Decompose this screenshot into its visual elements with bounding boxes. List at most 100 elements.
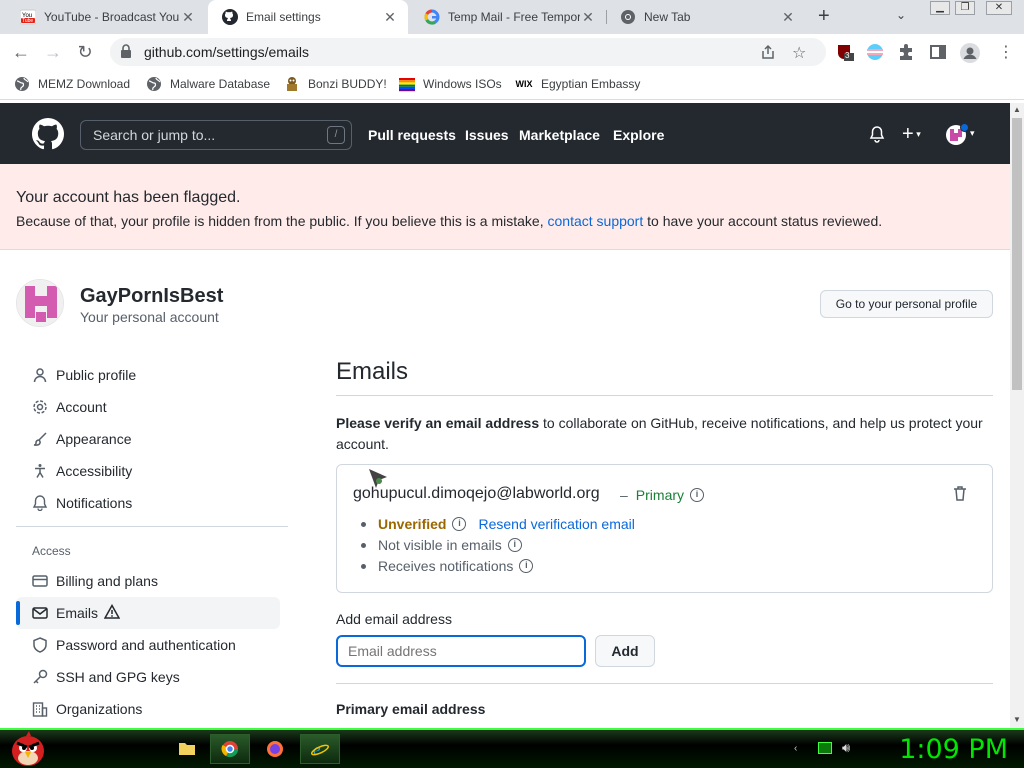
mouse-cursor-icon [367,467,393,498]
sidebar-item-notifications[interactable]: Notifications [16,487,280,519]
email-status-unverified: Unverified i Resend verification email [361,516,635,532]
bookmark-windows-isos[interactable]: Windows ISOs [399,76,502,92]
verify-bold: Please verify an email address [336,415,540,431]
nav-explore[interactable]: Explore [613,127,664,143]
tab-email-settings[interactable]: Email settings ✕ [208,0,408,34]
sidebar-item-billing[interactable]: Billing and plans [16,565,280,597]
create-new-plus-icon[interactable]: + ▾ [902,123,921,146]
address-bar[interactable]: github.com/settings/emails ☆ [110,38,826,66]
tab-youtube[interactable]: YouTube YouTube - Broadcast Yourself ✕ [6,0,206,34]
google-icon [424,9,440,25]
taskbar-clock[interactable]: 1:09 PM [899,734,1008,765]
bookmarks-bar: MEMZ Download Malware Database Bonzi BUD… [0,70,1024,100]
tab-temp-mail[interactable]: Temp Mail - Free Temporary ✕ [410,0,606,34]
internet-explorer-icon[interactable]: e [300,734,340,764]
scrollbar-thumb[interactable] [1012,118,1022,390]
tab-title: New Tab [644,10,691,24]
volume-icon[interactable]: 🔊︎ [842,740,850,756]
resend-verification-link[interactable]: Resend verification email [478,516,634,532]
sidebar-item-label: Public profile [56,367,137,383]
not-visible-label: Not visible in emails [378,537,502,553]
share-icon[interactable] [760,44,776,63]
minimize-window-button[interactable]: ▁ [930,1,950,15]
separator: – [620,487,628,503]
email-input[interactable] [336,635,586,667]
sidebar-item-accessibility[interactable]: Accessibility [16,455,280,487]
new-tab-button[interactable]: + [818,6,830,26]
go-to-profile-button[interactable]: Go to your personal profile [820,290,993,318]
nav-marketplace[interactable]: Marketplace [519,127,600,143]
firefox-icon[interactable] [266,740,284,763]
verify-message: Please verify an email address to collab… [336,413,986,455]
side-panel-icon[interactable] [929,43,947,61]
sidebar-item-appearance[interactable]: Appearance [16,423,280,455]
folder-icon[interactable] [178,740,196,761]
profile-avatar[interactable] [16,279,64,327]
back-button[interactable]: ← [10,41,32,63]
svg-text:Tube: Tube [22,18,33,24]
bookmark-label: Malware Database [170,77,271,91]
close-tab-icon[interactable]: ✕ [780,9,796,26]
close-tab-icon[interactable]: ✕ [180,9,196,26]
sidebar-item-label: Billing and plans [56,573,158,589]
github-logo-icon[interactable] [32,118,64,155]
close-window-button[interactable]: ✕ [986,1,1012,15]
add-email-button[interactable]: Add [595,635,655,667]
close-tab-icon[interactable]: ✕ [382,9,398,26]
notification-dot [960,123,969,132]
profile-avatar-icon[interactable] [960,43,980,63]
contact-support-link[interactable]: contact support [548,213,644,229]
sidebar-item-password-auth[interactable]: Password and authentication [16,629,280,661]
reload-button[interactable]: ↻ [74,41,96,63]
chrome-taskbar-icon[interactable] [210,734,250,764]
sidebar-divider [16,526,288,527]
info-icon[interactable]: i [690,488,705,502]
sidebar-section-access: Access [32,544,71,558]
page-title: Emails [336,358,409,385]
chevron-down-icon: ▾ [970,128,975,138]
bookmark-bonzi-buddy[interactable]: Bonzi BUDDY! [284,76,387,92]
tray-arrows-icon[interactable]: ‹ [794,743,797,754]
trash-icon[interactable] [952,485,968,501]
nav-pull-requests[interactable]: Pull requests [368,127,456,143]
close-tab-icon[interactable]: ✕ [580,9,596,26]
sidebar-item-emails[interactable]: Emails [16,597,280,629]
forward-button[interactable]: → [42,41,64,63]
extensions-puzzle-icon[interactable] [897,43,915,61]
nav-issues[interactable]: Issues [465,127,509,143]
bell-icon[interactable] [869,126,885,148]
email-status-notifications: Receives notifications i [361,558,534,574]
sidebar-item-account[interactable]: Account [16,391,280,423]
sidebar-item-public-profile[interactable]: Public profile [16,359,280,391]
alert-icon [103,603,121,623]
info-icon[interactable]: i [452,517,467,531]
user-avatar-menu[interactable]: ▾ [945,123,975,151]
sidebar-item-label: Emails [56,605,99,621]
scroll-down-arrow-icon[interactable]: ▼ [1013,715,1021,724]
tab-title: Email settings [246,10,321,24]
scroll-up-arrow-icon[interactable]: ▲ [1013,105,1021,114]
bookmark-egyptian-embassy[interactable]: WIX Egyptian Embassy [515,76,641,92]
github-search-input[interactable]: Search or jump to... / [80,120,352,150]
sidebar-item-label: Appearance [56,431,132,447]
extension-flag-icon[interactable] [866,43,884,61]
tab-new-tab[interactable]: New Tab ✕ [606,0,806,34]
restore-window-button[interactable]: ❐ [955,1,975,15]
extension-shield-icon[interactable]: 3 [836,43,854,61]
windows-icon [399,76,415,92]
tab-search-chevron-icon[interactable]: ⌄ [896,8,906,22]
network-icon[interactable] [818,742,832,754]
flag-text: to have your account status reviewed. [643,213,883,229]
browser-menu-icon[interactable]: ⋮ [998,42,1014,62]
info-icon[interactable]: i [507,538,522,552]
info-icon[interactable]: i [519,559,534,573]
person-icon [32,367,48,383]
sidebar-item-label: Password and authentication [56,637,236,653]
start-button-angry-bird-icon[interactable] [8,730,48,773]
bookmark-memz[interactable]: MEMZ Download [14,76,130,92]
sidebar-item-organizations[interactable]: Organizations [16,693,280,725]
account-subtitle: Your personal account [80,309,219,325]
bookmark-malware-database[interactable]: Malware Database [146,76,270,92]
sidebar-item-ssh-gpg[interactable]: SSH and GPG keys [16,661,280,693]
bookmark-star-icon[interactable]: ☆ [792,43,806,63]
